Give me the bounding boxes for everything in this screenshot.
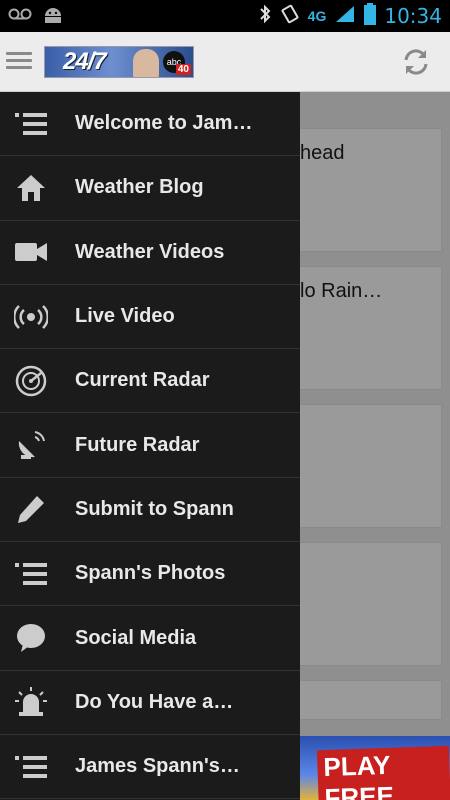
drawer-item-label: Welcome to Jam… xyxy=(75,112,253,135)
list-item[interactable] xyxy=(280,404,442,528)
vibrate-icon xyxy=(280,4,300,29)
drawer-item-label: Weather Blog xyxy=(75,176,204,199)
drawer-item-weather-videos[interactable]: Weather Videos xyxy=(0,221,300,285)
drawer-item-weather-blog[interactable]: Weather Blog xyxy=(0,156,300,221)
siren-icon xyxy=(14,685,48,719)
app-logo[interactable]: 24/7 abc 40 xyxy=(44,46,194,78)
navigation-drawer: Welcome to Jam… Weather Blog Weather Vid… xyxy=(0,92,300,800)
card-title: head xyxy=(300,142,345,164)
bluetooth-icon xyxy=(258,4,272,29)
drawer-item-label: Live Video xyxy=(75,305,175,328)
list-icon xyxy=(14,750,48,784)
satellite-dish-icon xyxy=(14,428,48,462)
card-title: lo Rain… xyxy=(300,280,383,302)
drawer-item-label: Future Radar xyxy=(75,433,200,456)
drawer-item-spanns-photos[interactable]: Spann's Photos xyxy=(0,542,300,607)
refresh-icon[interactable] xyxy=(400,46,432,78)
radar-icon xyxy=(14,364,48,398)
speech-bubble-icon xyxy=(14,621,48,655)
home-icon xyxy=(14,171,48,205)
drawer-item-welcome[interactable]: Welcome to Jam… xyxy=(0,92,300,157)
status-bar: 4G 10:34 xyxy=(0,0,450,32)
drawer-item-future-radar[interactable]: Future Radar xyxy=(0,413,300,478)
drawer-item-label: Current Radar xyxy=(75,369,210,392)
list-icon xyxy=(14,557,48,591)
video-camera-icon xyxy=(14,235,48,269)
drawer-item-label: Submit to Spann xyxy=(75,497,234,520)
drawer-item-do-you-have[interactable]: Do You Have a… xyxy=(0,671,300,735)
drawer-item-label: James Spann's… xyxy=(75,755,240,778)
ad-banner[interactable]: PLAY FREE xyxy=(300,736,450,800)
signal-icon xyxy=(334,4,356,29)
drawer-item-label: Spann's Photos xyxy=(75,562,226,585)
android-icon xyxy=(42,4,64,29)
drawer-item-current-radar[interactable]: Current Radar xyxy=(0,349,300,414)
drawer-item-social-media[interactable]: Social Media xyxy=(0,606,300,671)
list-icon xyxy=(14,107,48,141)
list-item[interactable] xyxy=(280,542,442,666)
drawer-item-label: Weather Videos xyxy=(75,240,225,263)
battery-icon xyxy=(364,2,377,30)
hamburger-menu-icon[interactable] xyxy=(6,48,34,76)
action-bar: 24/7 abc 40 xyxy=(0,32,450,92)
drawer-item-label: Do You Have a… xyxy=(75,690,234,713)
voicemail-icon xyxy=(8,7,32,26)
drawer-item-label: Social Media xyxy=(75,626,197,649)
clock: 10:34 xyxy=(384,4,442,28)
broadcast-icon xyxy=(14,300,48,334)
drawer-item-submit-to-spann[interactable]: Submit to Spann xyxy=(0,478,300,543)
pencil-icon xyxy=(14,492,48,526)
network-type: 4G xyxy=(307,8,327,24)
drawer-item-live-video[interactable]: Live Video xyxy=(0,285,300,350)
drawer-item-james-spanns[interactable]: James Spann's… xyxy=(0,735,300,800)
list-item[interactable] xyxy=(280,680,442,720)
